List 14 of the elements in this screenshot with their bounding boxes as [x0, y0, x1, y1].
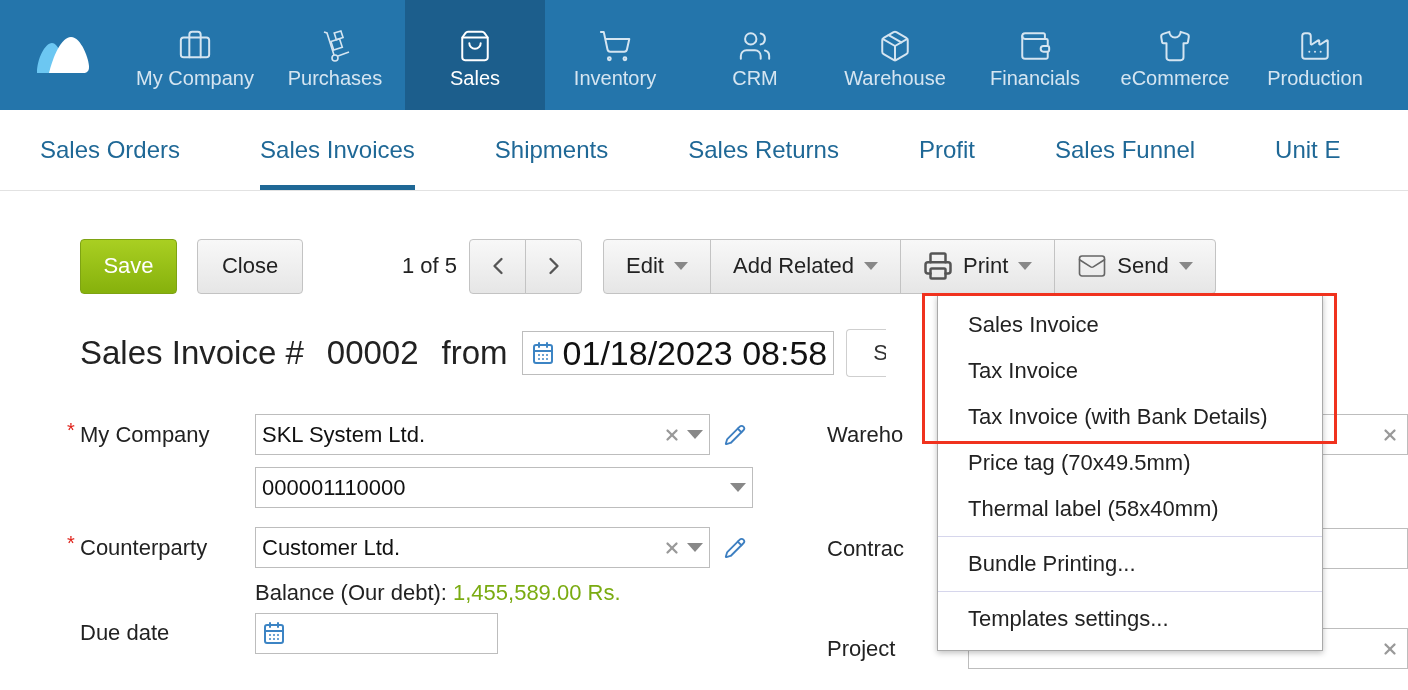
document-title: Sales Invoice #	[80, 334, 304, 372]
document-number: 00002	[326, 334, 419, 372]
field-label: Project	[827, 635, 897, 662]
balance-label: Balance (Our debt):	[255, 580, 447, 606]
field-label: Contrac	[827, 535, 906, 562]
field-label: My Company	[80, 421, 210, 447]
required-mark: *	[67, 418, 75, 442]
required-mark: *	[67, 531, 75, 555]
pager-text: 1 of 5	[402, 253, 458, 279]
from-text: from	[441, 334, 508, 372]
field-label: Due date	[80, 620, 170, 645]
field-label: Wareho	[827, 421, 905, 448]
field-label: Counterparty	[80, 534, 208, 560]
balance-value: 1,455,589.00 Rs.	[453, 580, 621, 606]
